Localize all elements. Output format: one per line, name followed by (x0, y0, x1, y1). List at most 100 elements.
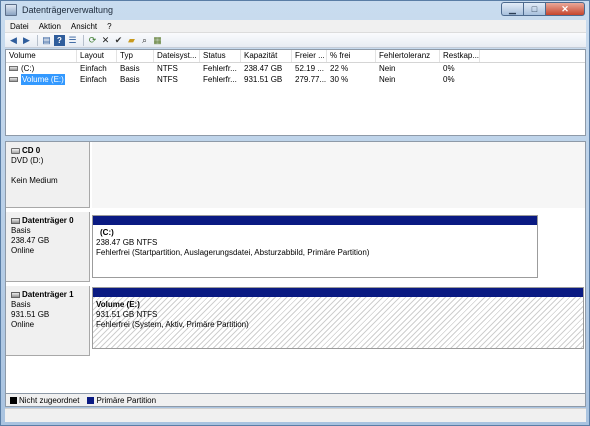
hard-disk-icon (11, 292, 20, 298)
volume-list: Volume Layout Typ Dateisyst... Status Ka… (5, 49, 586, 136)
column-header-volume[interactable]: Volume (6, 50, 77, 62)
disk-size: 238.47 GB (11, 236, 50, 245)
hard-disk-icon (11, 218, 20, 224)
drive-icon (9, 77, 18, 82)
minimize-button[interactable]: ▁ (501, 2, 523, 16)
partition-e[interactable]: Volume (E:) 931.51 GB NTFS Fehlerfrei (S… (92, 287, 584, 349)
checkmark-icon[interactable]: ✔ (113, 35, 124, 46)
volume-list-header: Volume Layout Typ Dateisyst... Status Ka… (6, 50, 585, 63)
column-header-layout[interactable]: Layout (77, 50, 117, 62)
help-icon[interactable]: ? (54, 34, 65, 46)
disk-row-disk0: Datenträger 0 Basis 238.47 GB Online (C:… (6, 212, 585, 282)
disk-type: Basis (11, 226, 31, 235)
delete-icon[interactable]: ✕ (100, 35, 111, 46)
cell-capacity: 238.47 GB (244, 64, 283, 73)
legend: Nicht zugeordnet Primäre Partition (5, 394, 586, 407)
disk-management-icon (5, 4, 17, 16)
menu-help[interactable]: ? (102, 22, 116, 31)
settings-icon[interactable]: ▦ (152, 35, 163, 46)
column-header-free[interactable]: Freier ... (292, 50, 327, 62)
window-controls: ▁ □ ✕ (501, 2, 585, 16)
cell-free: 279.77... (295, 75, 327, 84)
column-header-capacity[interactable]: Kapazität (241, 50, 292, 62)
refresh-icon[interactable]: ⟳ (87, 35, 98, 46)
primary-partition-bar (93, 288, 583, 297)
maximize-icon: □ (531, 4, 538, 14)
close-icon: ✕ (561, 3, 569, 14)
column-header-overhead[interactable]: Restkap... (440, 50, 480, 62)
disk-status: Kein Medium (11, 176, 58, 185)
partition-size: 238.47 GB NTFS (96, 238, 158, 247)
menu-bar: Datei Aktion Ansicht ? (5, 20, 586, 33)
search-icon[interactable]: ⌕ (139, 35, 150, 46)
cell-typ: Basis (120, 75, 140, 84)
disk-name: Datenträger 1 (22, 290, 74, 299)
open-icon[interactable]: ▰ (126, 35, 137, 46)
drive-icon (9, 66, 18, 71)
cell-percent-free: 22 % (330, 64, 349, 73)
cell-capacity: 931.51 GB (244, 75, 283, 84)
disk-type: Basis (11, 300, 31, 309)
cell-overhead: 0% (443, 64, 455, 73)
window-title: Datenträgerverwaltung (22, 5, 114, 15)
disk-state: Online (11, 246, 35, 255)
forward-icon[interactable]: ▶ (21, 35, 32, 46)
cd-empty-area (92, 142, 585, 208)
partition-status: Fehlerfrei (Startpartition, Auslagerungs… (96, 248, 370, 257)
cell-fault-tolerance: Nein (379, 75, 396, 84)
legend-swatch-unallocated (10, 396, 17, 404)
disk-row-cd0: CD 0 DVD (D:) Kein Medium (6, 142, 585, 208)
table-row[interactable]: (C:) Einfach Basis NTFS Fehlerfr... 238.… (6, 63, 585, 74)
cell-fault-tolerance: Nein (379, 64, 396, 73)
status-bar (5, 408, 586, 422)
disk-size: 931.51 GB (11, 310, 50, 319)
partition-c[interactable]: (C:) 238.47 GB NTFS Fehlerfrei (Startpar… (92, 215, 538, 278)
disk-label-cd0[interactable]: CD 0 DVD (D:) Kein Medium (6, 142, 90, 208)
column-header-filesystem[interactable]: Dateisyst... (154, 50, 200, 62)
cell-status: Fehlerfr... (203, 75, 237, 84)
toolbar: ◀ ▶ ▤ ? ☰ ⟳ ✕ ✔ ▰ ⌕ ▦ (5, 33, 586, 48)
column-header-percent-free[interactable]: % frei (327, 50, 376, 62)
disk-label-disk0[interactable]: Datenträger 0 Basis 238.47 GB Online (6, 212, 90, 282)
list-view-icon[interactable]: ☰ (67, 35, 78, 46)
partition-name: (C:) (100, 228, 114, 237)
disk-row-disk1: Datenträger 1 Basis 931.51 GB Online Vol… (6, 286, 585, 356)
legend-swatch-primary (87, 396, 95, 404)
cell-free: 52.19 ... (295, 64, 324, 73)
app-window: Datenträgerverwaltung ▁ □ ✕ Datei Aktion… (0, 0, 590, 426)
column-header-fault-tolerance[interactable]: Fehlertoleranz (376, 50, 440, 62)
cell-filesystem: NTFS (157, 75, 178, 84)
toolbar-separator (83, 34, 84, 46)
disk-name: CD 0 (22, 146, 41, 155)
partition-status: Fehlerfrei (System, Aktiv, Primäre Parti… (96, 320, 249, 329)
column-header-typ[interactable]: Typ (117, 50, 154, 62)
cell-layout: Einfach (80, 75, 107, 84)
maximize-button[interactable]: □ (523, 2, 545, 16)
disk-type: DVD (D:) (11, 156, 44, 165)
minimize-icon: ▁ (509, 3, 516, 14)
disk-label-disk1[interactable]: Datenträger 1 Basis 931.51 GB Online (6, 286, 90, 356)
menu-datei[interactable]: Datei (5, 22, 34, 31)
properties-icon[interactable]: ▤ (41, 35, 52, 46)
legend-label-primary: Primäre Partition (96, 395, 157, 405)
cell-overhead: 0% (443, 75, 455, 84)
title-bar: Datenträgerverwaltung ▁ □ ✕ (1, 1, 589, 19)
cell-percent-free: 30 % (330, 75, 349, 84)
cd-drive-icon (11, 148, 20, 154)
menu-aktion[interactable]: Aktion (34, 22, 66, 31)
volume-name: Volume (E:) (21, 74, 65, 85)
menu-ansicht[interactable]: Ansicht (66, 22, 102, 31)
cell-typ: Basis (120, 64, 140, 73)
disk-state: Online (11, 320, 35, 329)
cell-filesystem: NTFS (157, 64, 178, 73)
volume-name: (C:) (21, 64, 35, 73)
cell-layout: Einfach (80, 64, 107, 73)
close-button[interactable]: ✕ (545, 2, 585, 16)
disk-graphical-view: CD 0 DVD (D:) Kein Medium Datenträger 0 … (5, 141, 586, 394)
table-row[interactable]: Volume (E:) Einfach Basis NTFS Fehlerfr.… (6, 74, 585, 85)
disk-name: Datenträger 0 (22, 216, 74, 225)
back-icon[interactable]: ◀ (8, 35, 19, 46)
legend-label-unallocated: Nicht zugeordnet (19, 395, 80, 405)
partition-size: 931.51 GB NTFS (96, 310, 158, 319)
column-header-status[interactable]: Status (200, 50, 241, 62)
